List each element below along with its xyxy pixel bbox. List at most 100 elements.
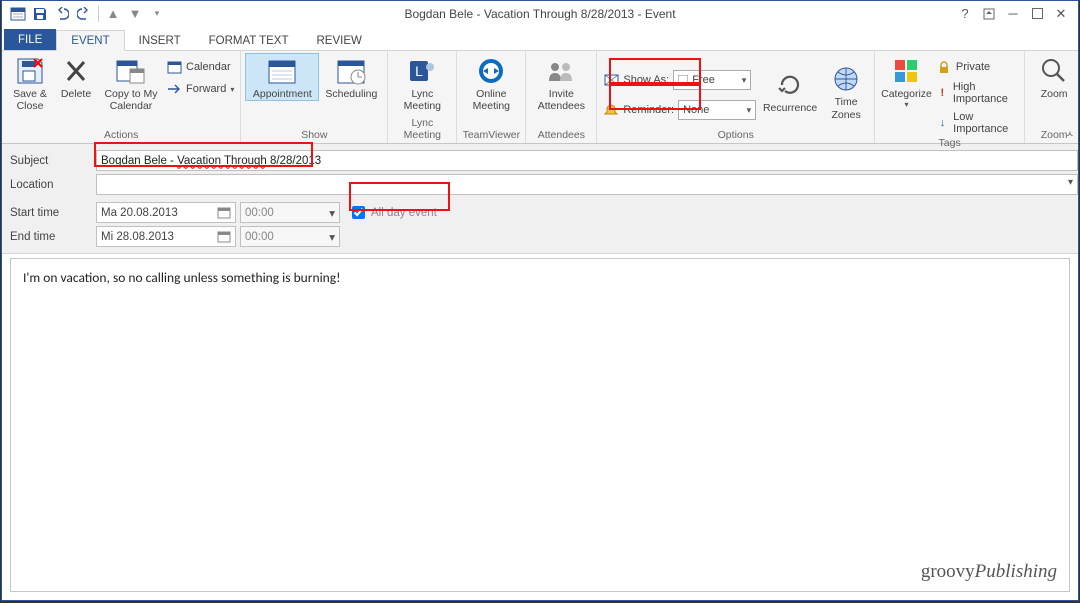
- show-as-combo[interactable]: Free ▾: [673, 70, 751, 90]
- separator: [98, 6, 99, 22]
- close-button[interactable]: ✕: [1050, 4, 1072, 24]
- time-zones-label: Time Zones: [824, 96, 868, 120]
- group-attendees: Invite Attendees Attendees: [526, 51, 597, 143]
- end-date-input[interactable]: Mi 28.08.2013: [96, 226, 236, 247]
- recurrence-icon: [774, 70, 806, 100]
- recurrence-button[interactable]: Recurrence: [758, 67, 822, 114]
- undo-icon[interactable]: [52, 4, 72, 24]
- lync-meeting-button[interactable]: L Lync Meeting: [392, 53, 452, 112]
- teamviewer-icon: [475, 56, 507, 86]
- start-time-input[interactable]: 00:00 ▾: [240, 202, 340, 223]
- calendar-label: Calendar: [186, 61, 231, 73]
- forward-button[interactable]: Forward ▾: [164, 79, 236, 99]
- subject-label: Subject: [10, 155, 96, 167]
- zoom-icon: [1038, 56, 1070, 86]
- high-importance-label: High Importance: [953, 81, 1018, 105]
- delete-button[interactable]: Delete: [54, 53, 98, 100]
- chevron-down-icon: ▾: [329, 230, 335, 244]
- copy-to-calendar-button[interactable]: Copy to My Calendar: [98, 53, 164, 112]
- time-zones-button[interactable]: Time Zones: [822, 61, 870, 120]
- end-time-input[interactable]: 00:00 ▾: [240, 226, 340, 247]
- invite-attendees-button[interactable]: Invite Attendees: [530, 53, 592, 112]
- group-options-label: Options: [601, 129, 870, 143]
- body-editor[interactable]: I'm on vacation, so no calling unless so…: [10, 258, 1070, 592]
- scheduling-button[interactable]: Scheduling: [319, 53, 383, 100]
- ribbon-options-button[interactable]: [978, 4, 1000, 24]
- save-close-label: Save & Close: [8, 88, 52, 112]
- calendar-picker-icon[interactable]: [217, 230, 231, 243]
- watermark: groovyPublishing: [921, 561, 1057, 583]
- title-bar: ▲ ▼ ▾ Bogdan Bele - Vacation Through 8/2…: [2, 1, 1078, 26]
- subject-value: Bogdan Bele - Vacation Through 8/28/2013: [101, 155, 321, 167]
- recurrence-label: Recurrence: [763, 102, 817, 114]
- help-button[interactable]: ?: [954, 4, 976, 24]
- private-button[interactable]: Private: [934, 57, 1020, 77]
- tab-insert[interactable]: INSERT: [125, 31, 195, 50]
- attendees-icon: [545, 56, 577, 86]
- collapse-ribbon-icon[interactable]: ㅅ: [1066, 127, 1074, 140]
- end-time-label: End time: [10, 231, 96, 243]
- group-lync-label: Lync Meeting: [392, 117, 452, 143]
- redo-icon[interactable]: [74, 4, 94, 24]
- group-teamviewer: Online Meeting TeamViewer: [457, 51, 526, 143]
- forward-icon: [166, 81, 182, 97]
- appointment-button[interactable]: Appointment: [245, 53, 319, 101]
- group-lync: L Lync Meeting Lync Meeting: [388, 51, 457, 143]
- reminder-value: None: [683, 104, 709, 116]
- calendar-button[interactable]: Calendar: [164, 57, 236, 77]
- high-importance-button[interactable]: ! High Importance: [934, 79, 1020, 107]
- group-options: Show As: Free ▾ Reminder: None ▾: [597, 51, 875, 143]
- categorize-label: Categorize: [881, 88, 932, 100]
- ribbon-tabs: FILE EVENT INSERT FORMAT TEXT REVIEW: [2, 26, 1078, 51]
- show-as-icon: [603, 72, 619, 88]
- end-time-value: 00:00: [245, 231, 274, 243]
- app-icon[interactable]: [8, 4, 28, 24]
- online-meeting-label: Online Meeting: [463, 88, 519, 112]
- reminder-combo[interactable]: None ▾: [678, 100, 756, 120]
- scheduling-icon: [335, 56, 367, 86]
- globe-icon: [830, 64, 862, 94]
- form-area: Subject Bogdan Bele - Vacation Through 8…: [2, 144, 1078, 254]
- chevron-down-icon: ▾: [747, 105, 752, 116]
- location-input[interactable]: ▾: [96, 174, 1078, 195]
- low-importance-label: Low Importance: [953, 111, 1018, 135]
- tab-event[interactable]: EVENT: [56, 30, 124, 51]
- down-icon[interactable]: ▼: [125, 4, 145, 24]
- tab-format-text[interactable]: FORMAT TEXT: [195, 31, 303, 50]
- copy-calendar-icon: [115, 56, 147, 86]
- private-label: Private: [956, 61, 990, 73]
- group-teamviewer-label: TeamViewer: [461, 129, 521, 143]
- svg-text:L: L: [415, 63, 423, 79]
- chevron-down-icon[interactable]: ▾: [1068, 177, 1073, 188]
- group-actions: Save & Close Delete Copy to My Calendar: [2, 51, 241, 143]
- maximize-button[interactable]: [1026, 4, 1048, 24]
- tab-file[interactable]: FILE: [4, 29, 56, 50]
- low-importance-button[interactable]: ↓ Low Importance: [934, 109, 1020, 137]
- options-small: Show As: Free ▾ Reminder: None ▾: [601, 60, 758, 122]
- up-icon[interactable]: ▲: [103, 4, 123, 24]
- save-icon[interactable]: [30, 4, 50, 24]
- end-date-value: Mi 28.08.2013: [101, 231, 174, 243]
- save-close-button[interactable]: Save & Close: [6, 53, 54, 112]
- low-importance-icon: ↓: [936, 115, 949, 131]
- minimize-button[interactable]: ─: [1002, 4, 1024, 24]
- categorize-button[interactable]: Categorize ▾: [879, 53, 934, 109]
- show-as-row: Show As: Free ▾: [601, 68, 758, 92]
- window: ▲ ▼ ▾ Bogdan Bele - Vacation Through 8/2…: [1, 0, 1079, 601]
- qat-more-icon[interactable]: ▾: [147, 4, 167, 24]
- subject-input[interactable]: Bogdan Bele - Vacation Through 8/28/2013: [96, 150, 1078, 171]
- all-day-checkbox[interactable]: [352, 206, 365, 219]
- appointment-label: Appointment: [253, 88, 312, 100]
- high-importance-icon: !: [936, 85, 949, 101]
- online-meeting-button[interactable]: Online Meeting: [461, 53, 521, 112]
- start-date-input[interactable]: Ma 20.08.2013: [96, 202, 236, 223]
- group-tags: Categorize ▾ Private ! High Importance ↓…: [875, 51, 1025, 143]
- reminder-row: Reminder: None ▾: [601, 98, 758, 122]
- start-date-value: Ma 20.08.2013: [101, 207, 178, 219]
- tab-review[interactable]: REVIEW: [302, 31, 375, 50]
- save-close-icon: [14, 56, 46, 86]
- zoom-button[interactable]: Zoom: [1029, 53, 1079, 100]
- calendar-picker-icon[interactable]: [217, 206, 231, 219]
- end-time-row: Mi 28.08.2013 00:00 ▾: [96, 226, 1070, 247]
- window-controls: ? ─ ✕: [954, 4, 1078, 24]
